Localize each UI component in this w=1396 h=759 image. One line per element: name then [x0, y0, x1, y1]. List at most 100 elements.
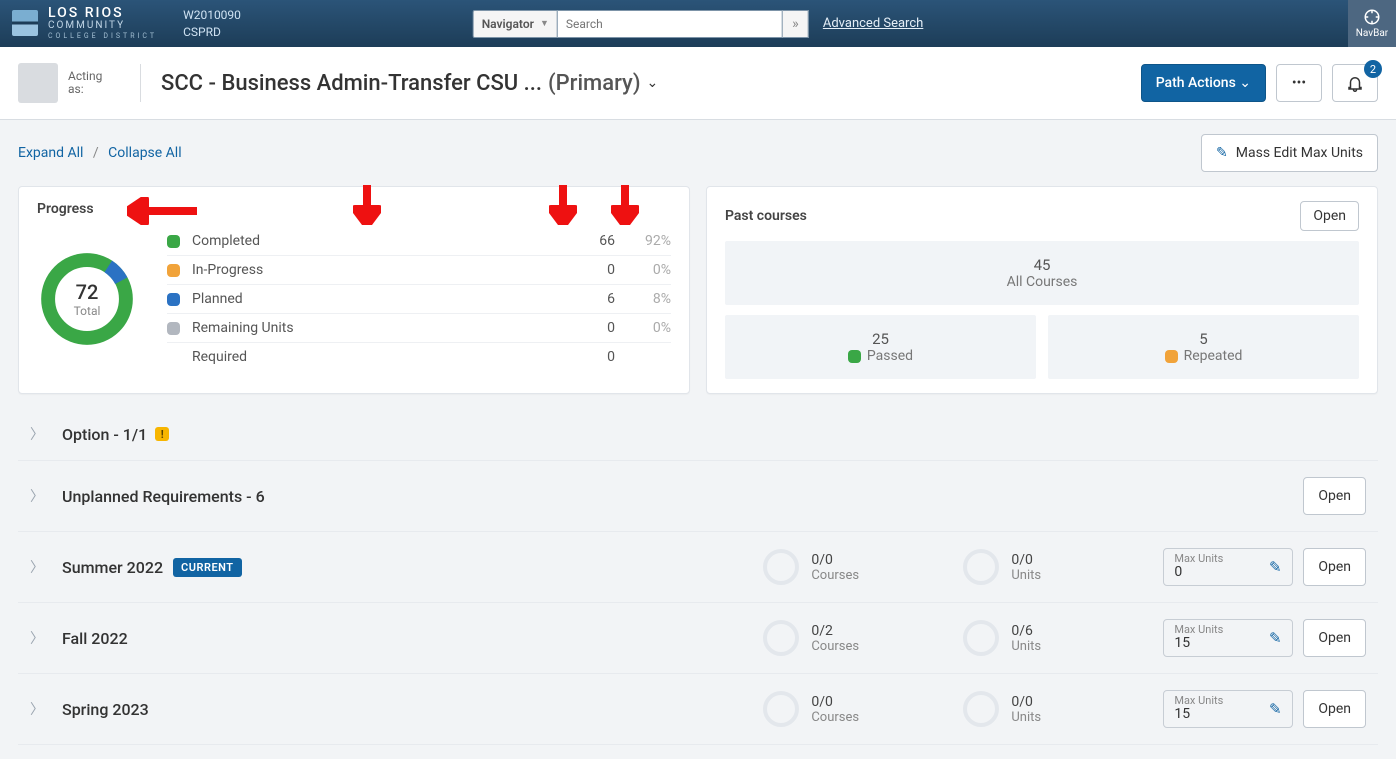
chevron-down-icon: ⌄ [1239, 75, 1251, 91]
past-courses-title: Past courses [725, 208, 807, 224]
chevron-down-icon: ⌄ [647, 75, 659, 91]
path-title-dropdown[interactable]: SCC - Business Admin-Transfer CSU ... (P… [161, 71, 658, 96]
logo-icon [12, 10, 38, 36]
advanced-search-link[interactable]: Advanced Search [823, 16, 923, 31]
option-title: Option - 1/1 [62, 425, 147, 444]
unplanned-open-button[interactable]: Open [1303, 477, 1366, 515]
stat-value: 6 [559, 291, 615, 307]
legend-dot-icon [848, 350, 861, 363]
term-units-metric: 0/0Units [963, 691, 1163, 727]
pencil-icon: ✎ [1216, 145, 1228, 161]
annotation-arrow-icon [549, 185, 577, 225]
progress-stat-row: Required 0 [167, 343, 671, 371]
path-name: SCC - Business Admin-Transfer CSU ... [161, 71, 542, 96]
stat-chip-icon [167, 235, 180, 248]
term-open-button[interactable]: Open [1303, 619, 1366, 657]
search-input[interactable] [558, 10, 783, 38]
chevron-right-icon[interactable]: 〉 [30, 628, 44, 648]
nav-search-group: Navigator▼ » Advanced Search [473, 10, 924, 38]
notif-count-badge: 2 [1364, 60, 1382, 78]
term-name: Summer 2022 [62, 558, 163, 577]
brand-line1: LOS RIOS [48, 6, 157, 20]
progress-title: Progress [37, 201, 94, 217]
collapse-all-link[interactable]: Collapse All [108, 145, 181, 161]
progress-ring-icon [763, 691, 799, 727]
progress-stat-row: Remaining Units 0 0% [167, 314, 671, 343]
navigator-dropdown[interactable]: Navigator▼ [473, 10, 558, 38]
ellipsis-icon: ••• [1292, 75, 1306, 91]
stat-label: Remaining Units [192, 320, 559, 336]
legend-dot-icon [1165, 350, 1178, 363]
chevron-right-icon[interactable]: 〉 [30, 699, 44, 719]
term-row: 〉 Spring 2023 0/0Courses 0/0Units Max Un… [18, 674, 1378, 745]
max-units-field[interactable]: Max Units0 ✎ [1163, 548, 1293, 586]
term-open-button[interactable]: Open [1303, 690, 1366, 728]
divider [140, 64, 141, 102]
progress-total: 72 [76, 280, 99, 304]
more-button[interactable]: ••• [1276, 64, 1322, 102]
progress-stat-row: Completed 66 92% [167, 227, 671, 256]
term-row: 〉 Fall 2022 0/2Courses 0/6Units Max Unit… [18, 603, 1378, 674]
term-units-metric: 0/6Units [963, 620, 1163, 656]
term-name: Spring 2023 [62, 700, 149, 719]
pencil-icon[interactable]: ✎ [1258, 700, 1292, 718]
chevron-right-icon[interactable]: 〉 [30, 486, 44, 506]
stat-chip-icon [167, 322, 180, 335]
db-instance: CSPRD [183, 24, 241, 41]
search-go-button[interactable]: » [783, 10, 809, 38]
pencil-icon[interactable]: ✎ [1258, 629, 1292, 647]
max-units-field[interactable]: Max Units15 ✎ [1163, 690, 1293, 728]
warning-badge-icon: ! [155, 427, 169, 441]
past-repeated[interactable]: 5 Repeated [1048, 315, 1359, 379]
unplanned-row: 〉 Unplanned Requirements - 6 Open [18, 461, 1378, 532]
term-open-button[interactable]: Open [1303, 548, 1366, 586]
stat-value: 0 [559, 349, 615, 365]
term-courses-metric: 0/2Courses [763, 620, 963, 656]
stat-chip-icon [167, 351, 180, 364]
stat-label: Planned [192, 291, 559, 307]
mass-edit-button[interactable]: ✎ Mass Edit Max Units [1201, 134, 1378, 172]
annotation-arrow-icon [611, 185, 639, 225]
path-actions-button[interactable]: Path Actions ⌄ [1141, 64, 1266, 102]
past-courses-card: Past courses Open 45 All Courses 25 Pass… [706, 186, 1378, 394]
stat-pct: 8% [615, 291, 671, 307]
stat-pct: 0% [615, 262, 671, 278]
brand-line3: COLLEGE DISTRICT [48, 32, 157, 40]
stat-chip-icon [167, 264, 180, 277]
expand-all-link[interactable]: Expand All [18, 145, 83, 161]
term-name: Fall 2022 [62, 629, 128, 648]
user-id: W2010090 [183, 7, 241, 24]
progress-stat-row: In-Progress 0 0% [167, 256, 671, 285]
brand-line2: COMMUNITY [48, 20, 157, 32]
past-all-courses[interactable]: 45 All Courses [725, 241, 1359, 305]
chevron-right-icon[interactable]: 〉 [30, 557, 44, 577]
topbar: LOS RIOS COMMUNITY COLLEGE DISTRICT W201… [0, 0, 1396, 47]
logo-block: LOS RIOS COMMUNITY COLLEGE DISTRICT [0, 6, 169, 40]
stat-pct: 92% [615, 233, 671, 249]
avatar [18, 63, 58, 103]
subheader: Acting as: SCC - Business Admin-Transfer… [0, 47, 1396, 120]
navbar-button[interactable]: NavBar [1348, 0, 1396, 47]
progress-ring-icon [763, 620, 799, 656]
stat-label: Completed [192, 233, 559, 249]
progress-ring-icon [963, 691, 999, 727]
chevron-right-icon[interactable]: 〉 [30, 424, 44, 444]
compass-icon [1363, 8, 1381, 26]
page-body: Expand All / Collapse All ✎ Mass Edit Ma… [0, 120, 1396, 759]
pencil-icon[interactable]: ✎ [1258, 558, 1292, 576]
past-courses-open-button[interactable]: Open [1300, 201, 1359, 231]
progress-stat-row: Planned 6 8% [167, 285, 671, 314]
term-courses-metric: 0/0Courses [763, 691, 963, 727]
caret-down-icon: ▼ [540, 18, 549, 29]
path-primary-tag: (Primary) [548, 71, 641, 96]
acting-as-label: Acting as: [68, 70, 120, 96]
term-courses-metric: 0/0Courses [763, 549, 963, 585]
progress-ring-icon [763, 549, 799, 585]
stat-label: In-Progress [192, 262, 559, 278]
max-units-field[interactable]: Max Units15 ✎ [1163, 619, 1293, 657]
progress-card: Progress 72 Total [18, 186, 690, 394]
stat-label: Required [192, 349, 559, 365]
past-passed[interactable]: 25 Passed [725, 315, 1036, 379]
term-units-metric: 0/0Units [963, 549, 1163, 585]
stat-value: 0 [559, 262, 615, 278]
